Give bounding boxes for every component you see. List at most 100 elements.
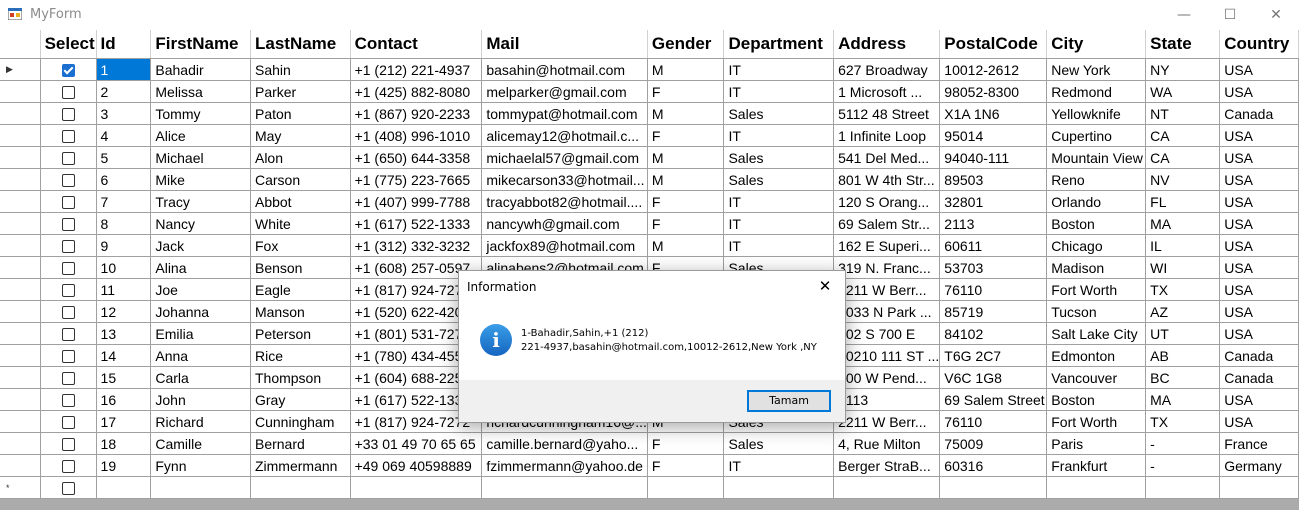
cell-id[interactable]: 2 — [96, 80, 152, 103]
new-row-header[interactable]: * — [0, 476, 41, 499]
cell-contact[interactable]: +1 (212) 221-4937 — [350, 58, 483, 81]
cell-lastname[interactable]: Zimmermann — [250, 454, 351, 477]
select-cell[interactable] — [40, 146, 97, 169]
cell-city[interactable]: Frankfurt — [1046, 454, 1147, 477]
select-checkbox[interactable] — [61, 460, 75, 474]
cell-firstname[interactable]: Tommy — [150, 102, 251, 125]
row-header[interactable] — [0, 432, 41, 455]
select-checkbox[interactable] — [61, 174, 75, 188]
cell-id[interactable]: 14 — [96, 344, 152, 367]
cell-city[interactable]: Chicago — [1046, 234, 1147, 257]
cell-country[interactable]: Germany — [1219, 454, 1299, 477]
cell-state[interactable]: AZ — [1145, 300, 1221, 323]
cell-lastname[interactable]: Thompson — [250, 366, 351, 389]
select-checkbox[interactable] — [61, 394, 75, 408]
table-row[interactable]: 2 Melissa Parker +1 (425) 882-8080 melparker… — [0, 80, 1299, 103]
cell-firstname[interactable]: John — [150, 388, 251, 411]
row-header[interactable] — [0, 168, 41, 191]
cell-mail[interactable]: basahin@hotmail.com — [481, 58, 648, 81]
cell-address[interactable]: 2113 — [833, 388, 941, 411]
cell-lastname[interactable]: Gray — [250, 388, 351, 411]
cell-country[interactable]: USA — [1219, 410, 1299, 433]
cell-mail[interactable]: camille.bernard@yaho... — [481, 432, 648, 455]
new-row-cell[interactable] — [150, 476, 251, 499]
cell-city[interactable]: New York — [1046, 58, 1147, 81]
cell-country[interactable]: USA — [1219, 388, 1299, 411]
cell-address[interactable]: 2211 W Berr... — [833, 410, 941, 433]
new-row-cell[interactable] — [481, 476, 648, 499]
cell-contact[interactable]: +33 01 49 70 65 65 — [350, 432, 483, 455]
cell-id[interactable]: 7 — [96, 190, 152, 213]
cell-firstname[interactable]: Alina — [150, 256, 251, 279]
row-header[interactable]: ▶ — [0, 58, 41, 81]
cell-country[interactable]: USA — [1219, 256, 1299, 279]
cell-lastname[interactable]: Parker — [250, 80, 351, 103]
cell-address[interactable]: 4, Rue Milton — [833, 432, 941, 455]
cell-id[interactable]: 15 — [96, 366, 152, 389]
select-cell[interactable] — [40, 168, 97, 191]
cell-postalcode[interactable]: 10012-2612 — [939, 58, 1048, 81]
cell-country[interactable]: USA — [1219, 234, 1299, 257]
select-cell[interactable] — [40, 476, 97, 499]
cell-state[interactable]: TX — [1145, 410, 1221, 433]
new-row-cell[interactable] — [1219, 476, 1299, 499]
cell-gender[interactable]: F — [647, 454, 725, 477]
cell-id[interactable]: 9 — [96, 234, 152, 257]
cell-contact[interactable]: +1 (407) 999-7788 — [350, 190, 483, 213]
cell-mail[interactable]: jackfox89@hotmail.com — [481, 234, 648, 257]
cell-id[interactable]: 13 — [96, 322, 152, 345]
cell-lastname[interactable]: Carson — [250, 168, 351, 191]
select-checkbox[interactable] — [61, 482, 75, 496]
cell-department[interactable]: IT — [723, 212, 835, 235]
cell-postalcode[interactable]: 32801 — [939, 190, 1048, 213]
select-cell[interactable] — [40, 212, 97, 235]
row-header[interactable] — [0, 344, 41, 367]
select-checkbox[interactable] — [61, 372, 75, 386]
cell-country[interactable]: USA — [1219, 322, 1299, 345]
row-header[interactable] — [0, 410, 41, 433]
cell-firstname[interactable]: Alice — [150, 124, 251, 147]
new-row-cell[interactable] — [250, 476, 351, 499]
cell-contact[interactable]: +1 (867) 920-2233 — [350, 102, 483, 125]
cell-state[interactable]: NY — [1145, 58, 1221, 81]
table-row[interactable]: 4 Alice May +1 (408) 996-1010 alicemay12@hot… — [0, 124, 1299, 147]
cell-department[interactable]: IT — [723, 80, 835, 103]
select-cell[interactable] — [40, 432, 97, 455]
select-checkbox[interactable] — [61, 284, 75, 298]
cell-state[interactable]: CA — [1145, 146, 1221, 169]
cell-address[interactable]: 302 S 700 E — [833, 322, 941, 345]
cell-gender[interactable]: M — [647, 168, 725, 191]
cell-id[interactable]: 17 — [96, 410, 152, 433]
cell-state[interactable]: TX — [1145, 278, 1221, 301]
select-cell[interactable] — [40, 300, 97, 323]
cell-postalcode[interactable]: 94040-111 — [939, 146, 1048, 169]
select-cell[interactable] — [40, 80, 97, 103]
cell-postalcode[interactable]: 2113 — [939, 212, 1048, 235]
cell-firstname[interactable]: Melissa — [150, 80, 251, 103]
cell-country[interactable]: USA — [1219, 80, 1299, 103]
column-header-gender[interactable]: Gender — [647, 30, 725, 59]
cell-firstname[interactable]: Anna — [150, 344, 251, 367]
cell-lastname[interactable]: Fox — [250, 234, 351, 257]
select-cell[interactable] — [40, 190, 97, 213]
column-header-address[interactable]: Address — [833, 30, 941, 59]
cell-mail[interactable]: fzimmermann@yahoo.de — [481, 454, 648, 477]
new-row[interactable]: * — [0, 476, 1299, 499]
cell-lastname[interactable]: White — [250, 212, 351, 235]
cell-city[interactable]: Cupertino — [1046, 124, 1147, 147]
cell-address[interactable]: 319 N. Franc... — [833, 256, 941, 279]
cell-state[interactable]: - — [1145, 454, 1221, 477]
cell-gender[interactable]: M — [647, 102, 725, 125]
cell-city[interactable]: Vancouver — [1046, 366, 1147, 389]
column-header-select[interactable]: Select — [40, 30, 97, 59]
select-cell[interactable] — [40, 366, 97, 389]
cell-address[interactable]: 4033 N Park ... — [833, 300, 941, 323]
select-checkbox[interactable] — [61, 196, 75, 210]
cell-department[interactable]: IT — [723, 190, 835, 213]
cell-city[interactable]: Madison — [1046, 256, 1147, 279]
cell-lastname[interactable]: Bernard — [250, 432, 351, 455]
cell-firstname[interactable]: Johanna — [150, 300, 251, 323]
select-cell[interactable] — [40, 388, 97, 411]
cell-department[interactable]: Sales — [723, 102, 835, 125]
cell-city[interactable]: Boston — [1046, 388, 1147, 411]
